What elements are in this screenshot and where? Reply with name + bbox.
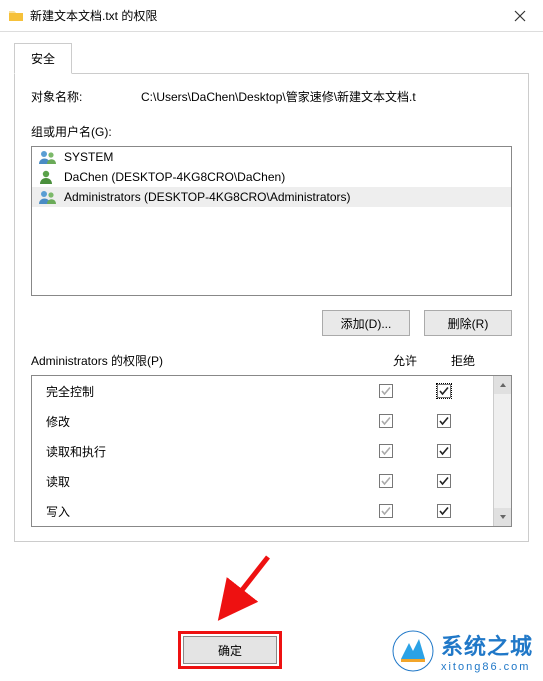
watermark-icon [391, 629, 435, 673]
object-row: 对象名称: C:\Users\DaChen\Desktop\管家速修\新建文本文… [31, 88, 512, 105]
groups-listbox[interactable]: SYSTEM DaChen (DESKTOP-4KG8CRO\DaChen) Adm… [31, 146, 512, 296]
title-bar: 新建文本文档.txt 的权限 [0, 0, 543, 32]
permission-row: 读取 [32, 466, 493, 496]
deny-header: 拒绝 [434, 352, 492, 369]
ok-wrap: 确定 [178, 631, 282, 669]
group-icon [38, 189, 58, 205]
permission-name: 读取 [46, 473, 357, 490]
dialog-body: 安全 对象名称: C:\Users\DaChen\Desktop\管家速修\新建… [0, 32, 543, 556]
groups-label: 组或用户名(G): [31, 123, 512, 140]
window-title: 新建文本文档.txt 的权限 [30, 7, 497, 24]
watermark: 系统之城 xitong86.com [391, 629, 533, 673]
permission-row: 修改 [32, 406, 493, 436]
permissions-list: 完全控制修改读取和执行读取写入 [32, 376, 493, 526]
annotation-arrow [208, 551, 288, 631]
watermark-text: 系统之城 xitong86.com [441, 629, 533, 673]
allow-header: 允许 [376, 352, 434, 369]
deny-checkbox[interactable] [437, 474, 451, 488]
object-label: 对象名称: [31, 88, 141, 105]
list-item[interactable]: SYSTEM [32, 147, 511, 167]
list-item-label: Administrators (DESKTOP-4KG8CRO\Administ… [64, 190, 351, 204]
list-item-label: DaChen (DESKTOP-4KG8CRO\DaChen) [64, 170, 285, 184]
group-buttons: 添加(D)... 删除(R) [31, 310, 512, 336]
permissions-title: Administrators 的权限(P) [31, 352, 376, 369]
scroll-down[interactable] [494, 508, 511, 526]
permissions-box: 完全控制修改读取和执行读取写入 [31, 375, 512, 527]
list-item[interactable]: DaChen (DESKTOP-4KG8CRO\DaChen) [32, 167, 511, 187]
allow-checkbox[interactable] [379, 504, 393, 518]
allow-checkbox[interactable] [379, 474, 393, 488]
permission-name: 读取和执行 [46, 443, 357, 460]
tab-security[interactable]: 安全 [14, 43, 72, 74]
add-button[interactable]: 添加(D)... [322, 310, 410, 336]
allow-checkbox[interactable] [379, 444, 393, 458]
scrollbar[interactable] [493, 376, 511, 526]
tab-strip: 安全 [14, 42, 529, 74]
deny-checkbox[interactable] [437, 384, 451, 398]
watermark-name: 系统之城 [441, 629, 533, 661]
permission-row: 写入 [32, 496, 493, 526]
deny-checkbox[interactable] [437, 504, 451, 518]
scroll-up[interactable] [494, 376, 511, 394]
permission-name: 修改 [46, 413, 357, 430]
watermark-url: xitong86.com [441, 661, 533, 673]
ok-button[interactable]: 确定 [183, 636, 277, 664]
list-item-label: SYSTEM [64, 150, 113, 164]
object-path: C:\Users\DaChen\Desktop\管家速修\新建文本文档.t [141, 88, 512, 105]
remove-button[interactable]: 删除(R) [424, 310, 512, 336]
allow-checkbox[interactable] [379, 414, 393, 428]
tab-content: 对象名称: C:\Users\DaChen\Desktop\管家速修\新建文本文… [14, 74, 529, 542]
deny-checkbox[interactable] [437, 444, 451, 458]
ok-highlight: 确定 [178, 631, 282, 669]
permission-row: 读取和执行 [32, 436, 493, 466]
permission-name: 写入 [46, 503, 357, 520]
permission-name: 完全控制 [46, 383, 357, 400]
group-icon [38, 149, 58, 165]
list-item[interactable]: Administrators (DESKTOP-4KG8CRO\Administ… [32, 187, 511, 207]
close-button[interactable] [497, 0, 543, 32]
permission-row: 完全控制 [32, 376, 493, 406]
permissions-header: Administrators 的权限(P) 允许 拒绝 [31, 352, 512, 369]
user-icon [38, 169, 58, 185]
deny-checkbox[interactable] [437, 414, 451, 428]
folder-icon [8, 8, 24, 24]
allow-checkbox[interactable] [379, 384, 393, 398]
